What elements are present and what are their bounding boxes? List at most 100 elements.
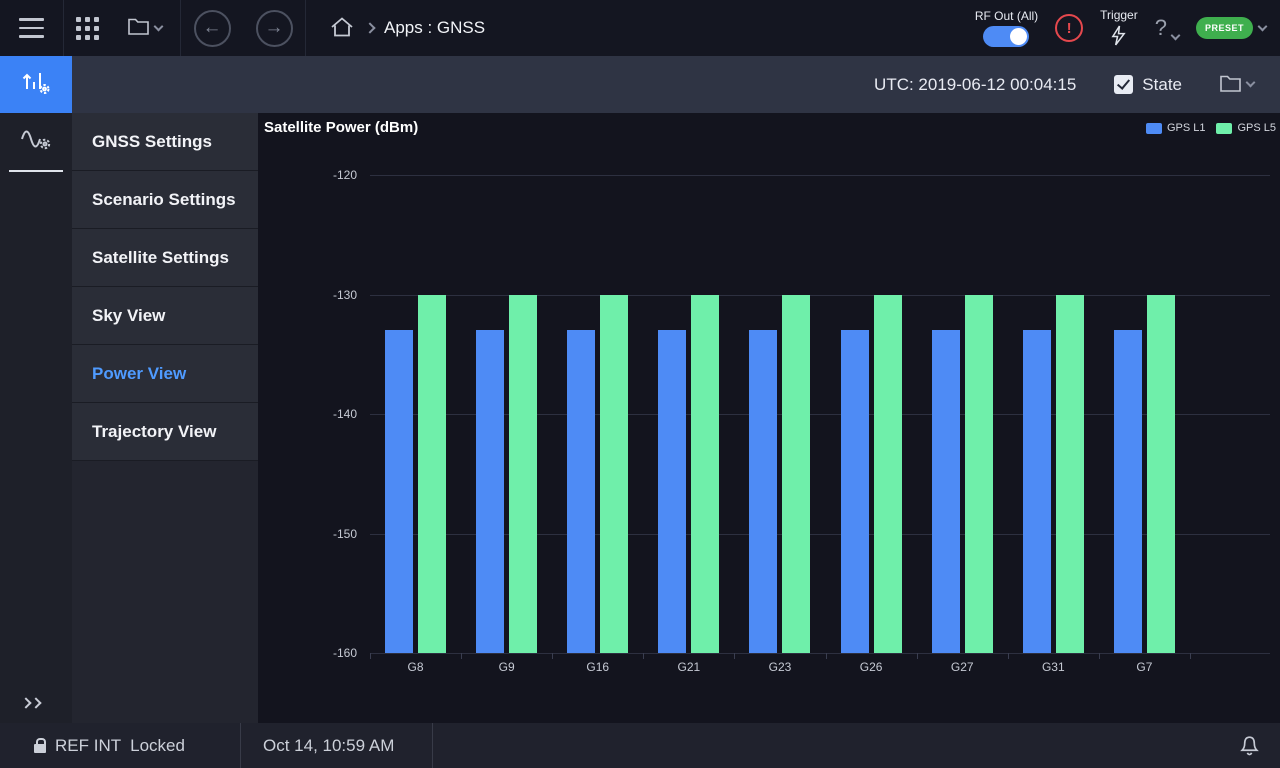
x-axis-tick [1098,653,1100,659]
plot: -120 -130 -140 -150 -160 G8 G9 G16 G21 G23 G26 G27 G… [333,168,1270,674]
x-axis-tick [461,653,463,659]
chevron-down-icon [153,21,164,31]
bar-group-g27 [931,175,993,653]
x-axis-label-g16: G16 [586,660,610,674]
divider [432,723,433,768]
lock-icon [34,737,46,753]
nav-item-satellite-settings[interactable]: Satellite Settings [72,229,258,287]
bell-icon [1239,733,1260,759]
signal-gear-icon [20,66,52,103]
bar-gps-l5-g8 [418,294,447,653]
x-axis-label-g9: G9 [498,660,515,674]
bar-group-g23 [749,175,811,653]
bar-group-g31 [1022,175,1084,653]
home-button[interactable] [330,0,354,56]
state-checkbox[interactable] [1114,75,1134,94]
trigger-label: Trigger [1100,7,1138,22]
bar-gps-l1-g31 [1022,330,1051,653]
x-axis-label-g26: G26 [859,660,883,674]
chevron-down-icon [1257,21,1268,31]
help-button[interactable]: ? [1155,17,1181,41]
bar-gps-l5-g7 [1146,294,1175,653]
nav-item-power-view[interactable]: Power View [72,345,258,403]
chevron-right-icon [30,697,42,709]
bar-gps-l5-g27 [964,294,993,653]
trigger-button[interactable] [1110,25,1127,49]
home-icon [331,16,353,40]
legend-swatch-gps-l5 [1216,122,1233,134]
nav-item-trajectory-view[interactable]: Trajectory View [72,403,258,461]
toolbar-left: ← → Apps : GNSS [0,0,485,56]
legend-swatch-gps-l1 [1145,122,1162,134]
back-button[interactable]: ← [193,9,231,47]
apps-grid-button[interactable] [64,0,110,56]
bar-series-container [370,175,1190,653]
chevron-right-icon [364,22,376,34]
x-axis-label-g23: G23 [768,660,792,674]
rail-item-waveform-app[interactable] [0,113,72,170]
bar-gps-l1-g16 [567,330,596,653]
folder-icon [128,18,149,38]
y-axis-tick-label: -150 [332,526,357,541]
y-axis-tick-label: -160 [332,646,357,660]
x-axis-tick [643,653,645,659]
bar-group-g26 [840,175,902,653]
bar-gps-l5-g31 [1055,294,1084,653]
bar-group-g9 [476,175,538,653]
preset-pill: PRESET [1195,17,1253,39]
status-bar: REF INT Locked Oct 14, 10:59 AM [0,723,1280,768]
bar-gps-l1-g26 [840,330,869,653]
utc-time-text: UTC: 2019-06-12 00:04:15 [874,74,1077,94]
x-axis-label-g27: G27 [950,660,974,674]
y-axis-tick-label: -120 [332,168,357,182]
bar-group-g7 [1113,175,1175,653]
bar-gps-l1-g27 [931,330,960,653]
bar-group-g21 [658,175,720,653]
preset-button[interactable]: PRESET [1195,17,1268,39]
nav-menu: GNSS Settings Scenario Settings Satellite … [72,113,258,723]
rail-item-gnss-app[interactable] [0,56,72,113]
legend-label-gps-l1: GPS L1 [1166,122,1206,134]
bar-gps-l1-g9 [476,330,505,653]
file-menu-button[interactable] [110,0,180,56]
bar-gps-l5-g23 [782,294,811,653]
alert-icon[interactable]: ! [1055,14,1084,42]
x-axis-tick [370,653,371,659]
x-axis-tick [1189,653,1191,659]
x-axis-tick [825,653,827,659]
x-axis-labels: G8 G9 G16 G21 G23 G26 G27 G31 G7 [370,660,1190,674]
breadcrumb[interactable]: Apps : GNSS [384,18,485,38]
x-axis-ticks [370,653,1191,659]
divider [305,0,306,56]
datetime-text: Oct 14, 10:59 AM [263,735,395,755]
chart-panel: Satellite Power (dBm) GPS L1 GPS L5 -120 -… [258,113,1280,723]
bar-gps-l1-g8 [385,330,414,653]
notifications-button[interactable] [1239,733,1260,759]
expand-panel-button[interactable] [20,697,42,709]
trigger-group: Trigger [1100,8,1138,49]
nav-item-gnss-settings[interactable]: GNSS Settings [72,113,258,171]
folder-icon [1220,75,1241,95]
x-axis-tick [916,653,918,659]
app-rail [0,56,72,723]
menu-hamburger-button[interactable] [0,0,63,56]
nav-item-scenario-settings[interactable]: Scenario Settings [72,171,258,229]
x-axis-tick [552,653,554,659]
reference-status: REF INT Locked [0,736,240,756]
forward-group: → [243,0,305,56]
ref-lock-status: Locked [130,735,185,755]
back-group: ← [181,0,243,56]
x-axis-label-g31: G31 [1041,660,1065,674]
forward-button[interactable]: → [255,9,293,47]
x-axis-tick [1007,653,1009,659]
y-axis-tick-label: -130 [332,287,357,302]
state-checkbox-group[interactable]: State [1114,75,1182,95]
chevron-down-icon [1245,77,1256,88]
toolbar-right: RF Out (All) ! Trigger ? PRESET [975,0,1280,56]
rf-out-toggle[interactable] [983,26,1030,47]
bar-gps-l1-g7 [1113,330,1142,653]
nav-item-sky-view[interactable]: Sky View [72,287,258,345]
bar-gps-l5-g9 [509,294,538,653]
state-file-button[interactable] [1220,75,1256,95]
bar-gps-l5-g26 [873,294,902,653]
